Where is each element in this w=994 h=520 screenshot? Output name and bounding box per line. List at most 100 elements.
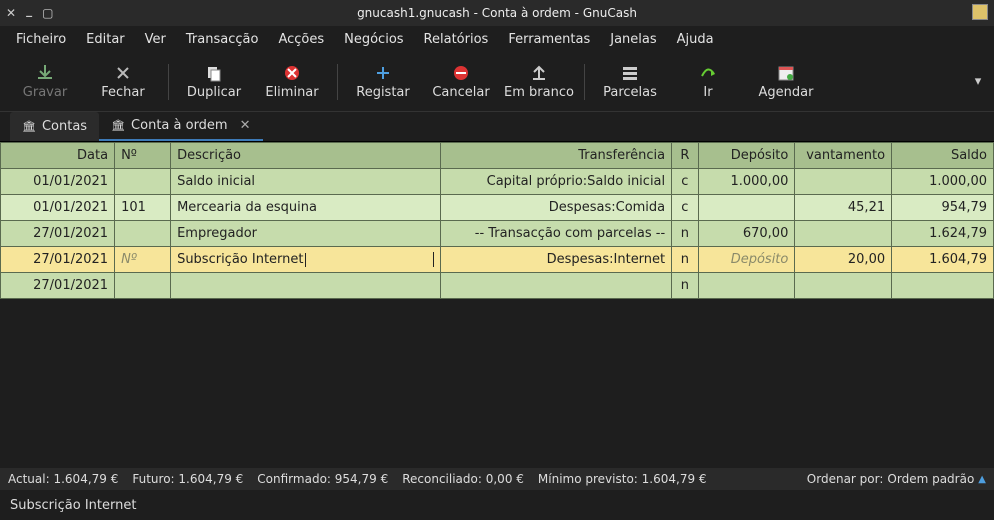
- tab-close-icon[interactable]: ✕: [240, 118, 251, 133]
- cell-levantamento[interactable]: [795, 273, 892, 299]
- cell-saldo[interactable]: [892, 273, 994, 299]
- toolbar-separator: [168, 64, 169, 100]
- table-row[interactable]: 27/01/2021 n: [1, 273, 994, 299]
- tab-contas[interactable]: 🏛 Contas: [10, 112, 99, 141]
- blank-button[interactable]: Em branco: [500, 54, 578, 110]
- cell-saldo[interactable]: 1.604,79: [892, 247, 994, 273]
- minimize-icon[interactable]: _: [26, 3, 32, 17]
- close-icon[interactable]: ✕: [6, 6, 16, 20]
- cell-transferencia[interactable]: [440, 273, 671, 299]
- window-title: gnucash1.gnucash - Conta à ordem - GnuCa…: [357, 6, 637, 20]
- delete-button[interactable]: Eliminar: [253, 54, 331, 110]
- cell-saldo[interactable]: 954,79: [892, 195, 994, 221]
- cell-descricao[interactable]: [171, 273, 441, 299]
- sort-by[interactable]: Ordenar por: Ordem padrão ▲: [807, 472, 986, 486]
- menu-relatorios[interactable]: Relatórios: [414, 28, 499, 51]
- summary-bar: Actual: 1.604,79 € Futuro: 1.604,79 € Co…: [0, 468, 994, 490]
- menu-ver[interactable]: Ver: [135, 28, 176, 51]
- cell-num[interactable]: 101: [115, 195, 171, 221]
- cell-saldo[interactable]: 1.000,00: [892, 169, 994, 195]
- status-text: Subscrição Internet: [10, 498, 136, 513]
- table-row[interactable]: 01/01/2021 Saldo inicialCapital próprio:S…: [1, 169, 994, 195]
- col-r[interactable]: R: [672, 143, 698, 169]
- col-transferencia[interactable]: Transferência: [440, 143, 671, 169]
- cell-num[interactable]: [115, 273, 171, 299]
- cell-r[interactable]: c: [672, 169, 698, 195]
- status-bar: Subscrição Internet: [0, 490, 994, 520]
- table-row[interactable]: 27/01/2021 Empregador-- Transacção com pa…: [1, 221, 994, 247]
- cell-deposito[interactable]: 1.000,00: [698, 169, 795, 195]
- header-row[interactable]: Data Nº Descrição Transferência R Depósi…: [1, 143, 994, 169]
- menu-negocios[interactable]: Negócios: [334, 28, 413, 51]
- cell-num[interactable]: [115, 169, 171, 195]
- cell-saldo[interactable]: 1.624,79: [892, 221, 994, 247]
- menu-transaccao[interactable]: Transacção: [176, 28, 269, 51]
- cell-r[interactable]: n: [672, 221, 698, 247]
- delete-label: Eliminar: [265, 85, 318, 100]
- cell-deposito[interactable]: [698, 273, 795, 299]
- splits-button[interactable]: Parcelas: [591, 54, 669, 110]
- toolbar-overflow[interactable]: ▾: [968, 74, 988, 89]
- col-saldo[interactable]: Saldo: [892, 143, 994, 169]
- save-icon: [36, 64, 54, 82]
- col-num[interactable]: Nº: [115, 143, 171, 169]
- cell-descricao[interactable]: Saldo inicial: [171, 169, 441, 195]
- menu-ajuda[interactable]: Ajuda: [667, 28, 724, 51]
- cell-r[interactable]: n: [672, 273, 698, 299]
- cell-transferencia[interactable]: -- Transacção com parcelas --: [440, 221, 671, 247]
- cell-r[interactable]: c: [672, 195, 698, 221]
- cell-num[interactable]: [115, 221, 171, 247]
- col-deposito[interactable]: Depósito: [698, 143, 795, 169]
- cell-descricao[interactable]: Subscrição Internet: [171, 247, 441, 273]
- summary-confirmado: Confirmado: 954,79 €: [257, 472, 388, 486]
- cell-levantamento[interactable]: 20,00: [795, 247, 892, 273]
- blank-icon: [530, 64, 548, 82]
- maximize-icon[interactable]: ▢: [42, 6, 53, 20]
- cell-levantamento[interactable]: [795, 221, 892, 247]
- cell-num[interactable]: Nº: [115, 247, 171, 273]
- menu-editar[interactable]: Editar: [76, 28, 135, 51]
- table-row[interactable]: 01/01/2021101Mercearia da esquinaDespesa…: [1, 195, 994, 221]
- cell-data[interactable]: 27/01/2021: [1, 273, 115, 299]
- close-button[interactable]: Fechar: [84, 54, 162, 110]
- menu-janelas[interactable]: Janelas: [600, 28, 666, 51]
- col-levantamento[interactable]: vantamento: [795, 143, 892, 169]
- bank-icon: 🏛: [22, 120, 36, 133]
- cell-levantamento[interactable]: 45,21: [795, 195, 892, 221]
- cell-deposito[interactable]: 670,00: [698, 221, 795, 247]
- delete-icon: [283, 64, 301, 82]
- jump-button[interactable]: Ir: [669, 54, 747, 110]
- cell-descricao[interactable]: Mercearia da esquina: [171, 195, 441, 221]
- menu-ficheiro[interactable]: Ficheiro: [6, 28, 76, 51]
- cell-deposito[interactable]: Depósito: [698, 247, 795, 273]
- cell-data[interactable]: 27/01/2021: [1, 247, 115, 273]
- cell-transferencia[interactable]: Despesas:Internet: [440, 247, 671, 273]
- cell-transferencia[interactable]: Capital próprio:Saldo inicial: [440, 169, 671, 195]
- table-row[interactable]: 27/01/2021NºSubscrição InternetDespesas:…: [1, 247, 994, 273]
- cell-deposito[interactable]: [698, 195, 795, 221]
- window-controls: ✕ _ ▢: [6, 6, 53, 20]
- cell-data[interactable]: 27/01/2021: [1, 221, 115, 247]
- col-descricao[interactable]: Descrição: [171, 143, 441, 169]
- col-data[interactable]: Data: [1, 143, 115, 169]
- cell-levantamento[interactable]: [795, 169, 892, 195]
- cell-data[interactable]: 01/01/2021: [1, 195, 115, 221]
- menu-accoes[interactable]: Acções: [268, 28, 334, 51]
- tab-label: Contas: [42, 119, 87, 134]
- cell-descricao[interactable]: Empregador: [171, 221, 441, 247]
- sort-ascending-icon: ▲: [978, 474, 986, 485]
- jump-label: Ir: [703, 85, 712, 100]
- menu-ferramentas[interactable]: Ferramentas: [498, 28, 600, 51]
- register-table[interactable]: Data Nº Descrição Transferência R Depósi…: [0, 142, 994, 299]
- toolbar-separator: [584, 64, 585, 100]
- cell-transferencia[interactable]: Despesas:Comida: [440, 195, 671, 221]
- cancel-button[interactable]: Cancelar: [422, 54, 500, 110]
- schedule-button[interactable]: Agendar: [747, 54, 825, 110]
- duplicate-button[interactable]: Duplicar: [175, 54, 253, 110]
- cell-data[interactable]: 01/01/2021: [1, 169, 115, 195]
- save-label: Gravar: [23, 85, 67, 100]
- cell-r[interactable]: n: [672, 247, 698, 273]
- register-empty-area: [0, 299, 994, 468]
- tab-conta-a-ordem[interactable]: 🏛 Conta à ordem ✕: [99, 112, 262, 141]
- enter-button[interactable]: Registar: [344, 54, 422, 110]
